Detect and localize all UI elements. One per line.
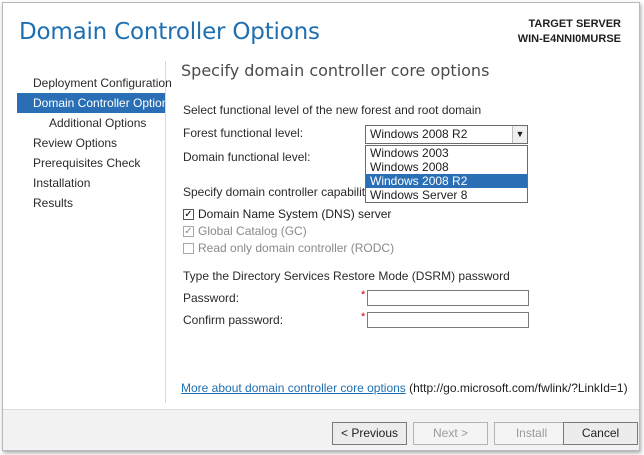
target-server-info: TARGET SERVER WIN-E4NNI0MURSE <box>518 17 621 47</box>
dsrm-caption: Type the Directory Services Restore Mode… <box>183 269 510 283</box>
nav-item-prerequisites-check[interactable]: Prerequisites Check <box>17 153 165 173</box>
forest-level-dropdown-list: Windows 2003 Windows 2008 Windows 2008 R… <box>365 145 528 203</box>
dropdown-option[interactable]: Windows 2003 <box>366 146 527 160</box>
page-title: Domain Controller Options <box>19 19 320 45</box>
dropdown-option[interactable]: Windows 2008 <box>366 160 527 174</box>
nav-item-installation[interactable]: Installation <box>17 173 165 193</box>
chevron-down-icon[interactable]: ▼ <box>512 126 527 143</box>
nav-divider <box>165 61 166 403</box>
nav-item-domain-controller-options[interactable]: Domain Controller Options <box>17 93 174 113</box>
more-info-link[interactable]: More about domain controller core option… <box>181 381 406 395</box>
more-info-url: (http://go.microsoft.com/fwlink/?LinkId=… <box>409 381 628 395</box>
functional-level-caption: Select functional level of the new fores… <box>183 103 482 117</box>
dns-server-checkbox[interactable]: ✓ Domain Name System (DNS) server <box>183 207 391 221</box>
install-button[interactable]: Install <box>494 422 569 445</box>
domain-level-label: Domain functional level: <box>183 150 311 164</box>
more-info-row: More about domain controller core option… <box>181 381 628 395</box>
cancel-button[interactable]: Cancel <box>563 422 638 445</box>
required-asterisk: * <box>361 289 366 301</box>
password-label: Password: <box>183 291 240 305</box>
nav-item-review-options[interactable]: Review Options <box>17 133 165 153</box>
empty-checkbox-icon <box>183 242 194 254</box>
dropdown-option[interactable]: Windows Server 8 <box>366 188 527 202</box>
capabilities-caption: Specify domain controller capabilities <box>183 185 381 199</box>
rodc-label: Read only domain controller (RODC) <box>198 241 395 255</box>
checkmark-icon: ✓ <box>183 225 194 237</box>
wizard-window: Domain Controller Options TARGET SERVER … <box>2 2 640 451</box>
forest-level-select[interactable]: Windows 2008 R2 ▼ <box>365 125 528 144</box>
password-input[interactable] <box>367 290 529 306</box>
section-heading: Specify domain controller core options <box>181 61 490 80</box>
next-button[interactable]: Next > <box>413 422 488 445</box>
checkmark-icon: ✓ <box>183 208 194 220</box>
nav-item-results[interactable]: Results <box>17 193 165 213</box>
wizard-nav: Deployment Configuration Domain Controll… <box>17 73 174 213</box>
previous-button[interactable]: < Previous <box>332 422 407 445</box>
global-catalog-label: Global Catalog (GC) <box>198 224 307 238</box>
nav-item-additional-options[interactable]: Additional Options <box>17 113 165 133</box>
target-server-name: WIN-E4NNI0MURSE <box>517 33 621 45</box>
forest-level-value: Windows 2008 R2 <box>370 127 468 141</box>
rodc-checkbox: Read only domain controller (RODC) <box>183 241 394 255</box>
nav-item-deployment-configuration[interactable]: Deployment Configuration <box>17 73 172 93</box>
required-asterisk: * <box>361 311 366 323</box>
forest-level-label: Forest functional level: <box>183 126 304 140</box>
wizard-footer: < Previous Next > Install Cancel <box>3 409 639 450</box>
confirm-password-label: Confirm password: <box>183 313 284 327</box>
main-panel: Specify domain controller core options S… <box>181 61 631 328</box>
confirm-password-input[interactable] <box>367 312 529 328</box>
target-server-label: TARGET SERVER <box>528 18 622 30</box>
global-catalog-checkbox: ✓ Global Catalog (GC) <box>183 224 307 238</box>
dns-server-label: Domain Name System (DNS) server <box>198 207 392 221</box>
dropdown-option-selected[interactable]: Windows 2008 R2 <box>366 174 527 188</box>
